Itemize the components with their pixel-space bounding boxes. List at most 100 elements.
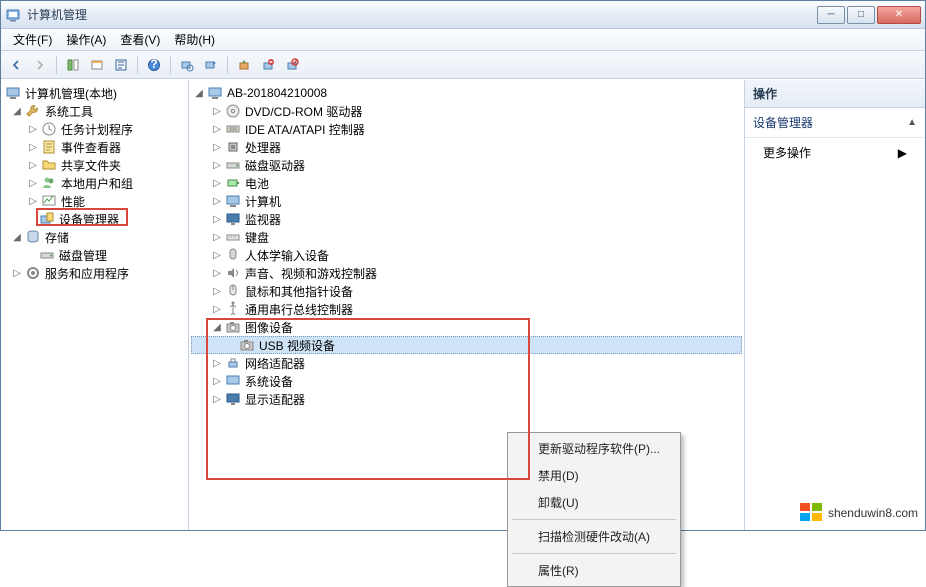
expand-icon[interactable]: ▷ [27, 159, 39, 171]
tb-show-hide[interactable] [62, 54, 84, 76]
tb-back[interactable] [5, 54, 27, 76]
tree-performance[interactable]: ▷ 性能 [3, 192, 186, 210]
dev-imaging[interactable]: ◢图像设备 [191, 318, 742, 336]
expand-icon[interactable]: ▷ [211, 177, 223, 189]
disk-icon [39, 247, 55, 263]
tree-task-scheduler[interactable]: ▷ 任务计划程序 [3, 120, 186, 138]
tree-event-viewer[interactable]: ▷ 事件查看器 [3, 138, 186, 156]
dev-system[interactable]: ▷ 系统设备 [191, 372, 742, 390]
expand-icon[interactable]: ▷ [211, 249, 223, 261]
hdd-icon [225, 157, 241, 173]
device-tree: ◢ AB-201804210008 ▷DVD/CD-ROM 驱动器 ▷IDE A… [191, 84, 742, 408]
minimize-button[interactable]: ─ [817, 6, 845, 24]
tree-label: 服务和应用程序 [43, 265, 131, 282]
tree-root[interactable]: 计算机管理(本地) [3, 84, 186, 102]
expand-icon[interactable]: ▷ [211, 141, 223, 153]
expand-icon[interactable]: ▷ [27, 177, 39, 189]
tree-label: 设备管理器 [57, 211, 121, 228]
tree-local-users[interactable]: ▷ 本地用户和组 [3, 174, 186, 192]
expand-icon[interactable]: ▷ [211, 123, 223, 135]
expand-icon[interactable]: ▷ [211, 357, 223, 369]
camera-icon [239, 337, 255, 353]
dev-disk[interactable]: ▷磁盘驱动器 [191, 156, 742, 174]
expand-icon[interactable]: ▷ [211, 195, 223, 207]
tree-system-tools[interactable]: ◢ 系统工具 [3, 102, 186, 120]
expand-icon[interactable]: ▷ [211, 105, 223, 117]
dev-display[interactable]: ▷显示适配器 [191, 390, 742, 408]
dev-cpu[interactable]: ▷ 处理器 [191, 138, 742, 156]
menu-file[interactable]: 文件(F) [7, 29, 58, 50]
collapse-icon[interactable]: ◢ [211, 321, 223, 333]
expand-icon[interactable]: ▷ [211, 231, 223, 243]
tb-properties[interactable] [86, 54, 108, 76]
tree-label: 通用串行总线控制器 [243, 301, 355, 318]
dev-computer[interactable]: ▷ 计算机 [191, 192, 742, 210]
dev-sound[interactable]: ▷声音、视频和游戏控制器 [191, 264, 742, 282]
tree-label: 磁盘管理 [57, 247, 109, 264]
tb-disable-icon[interactable] [281, 54, 303, 76]
expand-icon[interactable]: ▷ [211, 375, 223, 387]
dev-usb-video[interactable]: USB 视频设备 [191, 336, 742, 354]
expand-icon[interactable]: ▷ [211, 285, 223, 297]
expand-icon[interactable]: ▷ [211, 393, 223, 405]
expand-icon[interactable]: ▷ [27, 123, 39, 135]
tree-label: 监视器 [243, 211, 283, 228]
dev-usb-ctrl[interactable]: ▷ 通用串行总线控制器 [191, 300, 742, 318]
tb-uninstall-icon[interactable] [257, 54, 279, 76]
ctx-disable[interactable]: 禁用(D) [510, 462, 678, 489]
tb-scan-icon[interactable] [176, 54, 198, 76]
dev-mouse[interactable]: ▷鼠标和其他指针设备 [191, 282, 742, 300]
expand-icon[interactable]: ▷ [211, 303, 223, 315]
tree-services[interactable]: ▷ 服务和应用程序 [3, 264, 186, 282]
dev-hid[interactable]: ▷ 人体学输入设备 [191, 246, 742, 264]
tree-label: 人体学输入设备 [243, 247, 331, 264]
maximize-button[interactable]: □ [847, 6, 875, 24]
hid-icon [225, 247, 241, 263]
expand-icon[interactable]: ▷ [211, 267, 223, 279]
dev-dvd[interactable]: ▷DVD/CD-ROM 驱动器 [191, 102, 742, 120]
tree-label: 处理器 [243, 139, 283, 156]
event-icon [41, 139, 57, 155]
menu-help[interactable]: 帮助(H) [168, 29, 221, 50]
dev-network[interactable]: ▷网络适配器 [191, 354, 742, 372]
storage-icon [25, 229, 41, 245]
tb-export[interactable] [110, 54, 132, 76]
actions-more[interactable]: 更多操作 ▶ [745, 138, 925, 167]
tb-forward[interactable] [29, 54, 51, 76]
menu-view[interactable]: 查看(V) [114, 29, 166, 50]
ctx-properties[interactable]: 属性(R) [510, 557, 678, 584]
actions-section[interactable]: 设备管理器 ▲ [745, 108, 925, 138]
ctx-uninstall[interactable]: 卸载(U) [510, 489, 678, 516]
tb-help[interactable]: ? [143, 54, 165, 76]
dev-battery[interactable]: ▷电池 [191, 174, 742, 192]
expand-icon[interactable]: ▷ [211, 159, 223, 171]
ctx-scan[interactable]: 扫描检测硬件改动(A) [510, 523, 678, 550]
tree-label: 系统设备 [243, 373, 295, 390]
expand-icon[interactable]: ▷ [27, 141, 39, 153]
tree-label: 计算机 [243, 193, 283, 210]
expand-icon[interactable]: ▷ [211, 213, 223, 225]
menu-action[interactable]: 操作(A) [60, 29, 112, 50]
tb-scan2-icon[interactable] [200, 54, 222, 76]
close-button[interactable]: ✕ [877, 6, 921, 24]
collapse-icon[interactable]: ◢ [193, 87, 205, 99]
tree-device-manager[interactable]: 设备管理器 [3, 210, 186, 228]
system-icon [225, 373, 241, 389]
tree-disk-mgmt[interactable]: 磁盘管理 [3, 246, 186, 264]
tree-shared-folders[interactable]: ▷ 共享文件夹 [3, 156, 186, 174]
collapse-icon[interactable]: ◢ [11, 231, 23, 243]
titlebar[interactable]: 计算机管理 ─ □ ✕ [1, 1, 925, 29]
collapse-icon[interactable]: ◢ [11, 105, 23, 117]
expand-icon[interactable]: ▷ [27, 195, 39, 207]
ctx-update-driver[interactable]: 更新驱动程序软件(P)... [510, 435, 678, 462]
app-icon [5, 7, 21, 23]
tb-update-driver-icon[interactable] [233, 54, 255, 76]
dev-keyboard[interactable]: ▷ 键盘 [191, 228, 742, 246]
dev-ide[interactable]: ▷IDE ATA/ATAPI 控制器 [191, 120, 742, 138]
tree-label: 键盘 [243, 229, 271, 246]
dev-monitor[interactable]: ▷ 监视器 [191, 210, 742, 228]
dev-root[interactable]: ◢ AB-201804210008 [191, 84, 742, 102]
tree-storage[interactable]: ◢ 存储 [3, 228, 186, 246]
tree-label: 任务计划程序 [59, 121, 135, 138]
expand-icon[interactable]: ▷ [11, 267, 23, 279]
